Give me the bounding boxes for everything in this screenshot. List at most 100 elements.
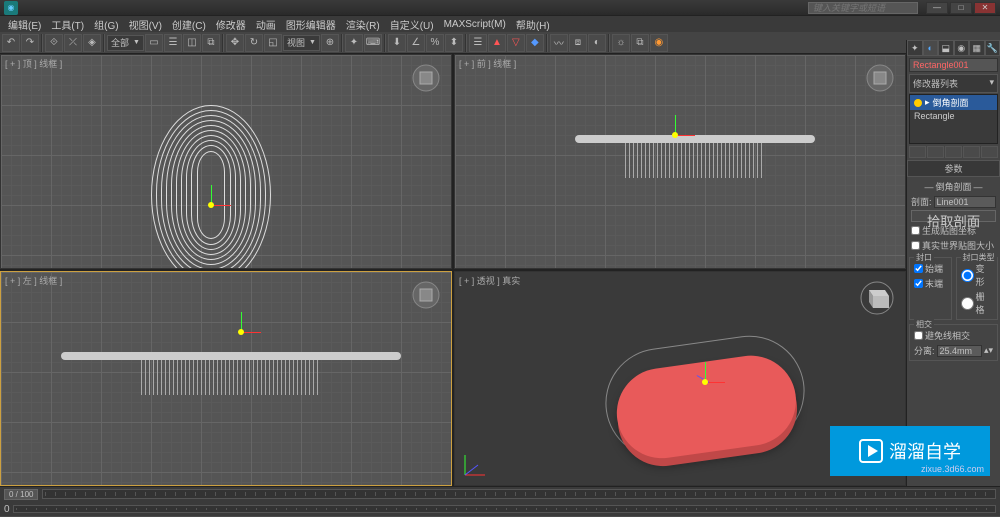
maximize-button[interactable]: □: [950, 2, 972, 14]
undo-button[interactable]: ↶: [2, 34, 20, 52]
real-world-checkbox[interactable]: [911, 241, 920, 250]
transform-gizmo[interactable]: [191, 185, 231, 225]
render-button[interactable]: ◉: [650, 34, 668, 52]
stack-toolbar: [909, 146, 998, 158]
unlink-button[interactable]: ⤫: [64, 34, 82, 52]
modifier-stack[interactable]: ▸ 倒角剖面 Rectangle: [909, 94, 998, 144]
cap-start-checkbox[interactable]: [914, 264, 923, 273]
snap-button[interactable]: ⬇: [388, 34, 406, 52]
close-button[interactable]: ✕: [974, 2, 996, 14]
bottom-bar: 0 / 100 0: [0, 486, 1000, 516]
scale-button[interactable]: ◱: [264, 34, 282, 52]
create-tab[interactable]: ✦: [907, 40, 923, 56]
manipulate-button[interactable]: ✦: [345, 34, 363, 52]
viewcube-icon[interactable]: [411, 63, 441, 93]
minimize-button[interactable]: —: [926, 2, 948, 14]
select-button[interactable]: ▭: [145, 34, 163, 52]
time-slider[interactable]: [42, 489, 996, 499]
utilities-tab[interactable]: 🔧: [985, 40, 1000, 56]
app-logo: ◉: [4, 1, 18, 15]
bind-button[interactable]: ◈: [83, 34, 101, 52]
transform-gizmo[interactable]: [685, 362, 725, 402]
selection-filter[interactable]: 全部▼: [107, 35, 144, 51]
align-button[interactable]: ▽: [507, 34, 525, 52]
ref-coord-dropdown[interactable]: 视图▼: [283, 35, 320, 51]
mirror-button[interactable]: ▲: [488, 34, 506, 52]
remove-mod-button[interactable]: [963, 146, 980, 158]
rotate-button[interactable]: ↻: [245, 34, 263, 52]
viewport-label[interactable]: [ + ] 前 ] 线框 ]: [459, 57, 516, 70]
object-name-field[interactable]: Rectangle001: [909, 58, 998, 72]
stack-item-bevel[interactable]: ▸ 倒角剖面: [910, 95, 997, 110]
search-box[interactable]: [808, 2, 918, 14]
menu-render[interactable]: 渲染(R): [342, 16, 384, 33]
viewcube-icon[interactable]: [859, 280, 895, 316]
display-tab[interactable]: ▦: [969, 40, 985, 56]
menu-maxscript[interactable]: MAXScript(M): [440, 18, 510, 31]
transform-gizmo[interactable]: [655, 115, 695, 155]
spinner-snap-button[interactable]: ⬍: [445, 34, 463, 52]
menu-edit[interactable]: 编辑(E): [4, 16, 45, 33]
viewport-label[interactable]: [ + ] 顶 ] 线框 ]: [5, 57, 62, 70]
viewport-label[interactable]: [ + ] 左 ] 线框 ]: [5, 274, 62, 287]
frame-indicator[interactable]: 0 / 100: [4, 489, 38, 500]
make-unique-button[interactable]: [945, 146, 962, 158]
angle-snap-button[interactable]: ∠: [407, 34, 425, 52]
menu-group[interactable]: 组(G): [90, 16, 122, 33]
modify-tab[interactable]: ◐: [923, 40, 939, 56]
keyboard-button[interactable]: ⌨: [364, 34, 382, 52]
cap-grid-radio[interactable]: [961, 297, 974, 310]
menu-help[interactable]: 帮助(H): [512, 16, 554, 33]
render-frame-button[interactable]: ⧉: [631, 34, 649, 52]
window-crossing-button[interactable]: ⧉: [202, 34, 220, 52]
trackbar[interactable]: [13, 505, 996, 513]
menu-tools[interactable]: 工具(T): [47, 16, 88, 33]
redo-button[interactable]: ↷: [21, 34, 39, 52]
params-rollout-header[interactable]: 参数: [907, 160, 1000, 177]
viewport-label[interactable]: [ + ] 透视 ] 真实: [459, 274, 520, 287]
link-button[interactable]: ⟐: [45, 34, 63, 52]
stack-item-base[interactable]: Rectangle: [910, 110, 997, 122]
viewport-top[interactable]: [ + ] 顶 ] 线框 ]: [0, 54, 452, 269]
material-button[interactable]: ◐: [588, 34, 606, 52]
select-region-button[interactable]: ◫: [183, 34, 201, 52]
transform-gizmo[interactable]: [221, 312, 261, 352]
percent-snap-button[interactable]: %: [426, 34, 444, 52]
cap-group-label: 封口: [914, 252, 934, 263]
pick-profile-button[interactable]: 拾取剖面: [911, 210, 996, 222]
modifier-list-dropdown[interactable]: 修改器列表▾: [909, 74, 998, 93]
menu-modifiers[interactable]: 修改器: [212, 16, 250, 33]
menu-bar: 编辑(E) 工具(T) 组(G) 视图(V) 创建(C) 修改器 动画 图形编辑…: [0, 16, 1000, 32]
motion-tab[interactable]: ◉: [954, 40, 970, 56]
menu-customize[interactable]: 自定义(U): [386, 16, 438, 33]
configure-button[interactable]: [981, 146, 998, 158]
curve-editor-button[interactable]: 〰: [550, 34, 568, 52]
layer-button[interactable]: ◆: [526, 34, 544, 52]
schematic-button[interactable]: ⧈: [569, 34, 587, 52]
viewcube-icon[interactable]: [411, 280, 441, 310]
separation-spinner[interactable]: 25.4mm: [937, 345, 982, 357]
move-button[interactable]: ✥: [226, 34, 244, 52]
bulb-icon[interactable]: [914, 99, 922, 107]
menu-graph[interactable]: 图形编辑器: [282, 16, 340, 33]
menu-view[interactable]: 视图(V): [125, 16, 166, 33]
viewport-front[interactable]: [ + ] 前 ] 线框 ]: [454, 54, 906, 269]
render-setup-button[interactable]: ☼: [612, 34, 630, 52]
viewport-left[interactable]: [ + ] 左 ] 线框 ]: [0, 271, 452, 486]
menu-create[interactable]: 创建(C): [168, 16, 210, 33]
avoid-line-checkbox[interactable]: [914, 331, 923, 340]
viewcube-icon[interactable]: [865, 63, 895, 93]
hierarchy-tab[interactable]: ⬓: [938, 40, 954, 56]
frame-start-label: 0: [4, 504, 10, 515]
cap-morph-radio[interactable]: [961, 269, 974, 282]
pivot-button[interactable]: ⊕: [321, 34, 339, 52]
select-name-button[interactable]: ☰: [164, 34, 182, 52]
spinner-arrows-icon[interactable]: ▴▾: [984, 345, 993, 356]
show-end-button[interactable]: [927, 146, 944, 158]
gen-coords-checkbox[interactable]: [911, 226, 920, 235]
cap-end-checkbox[interactable]: [914, 279, 923, 288]
pin-stack-button[interactable]: [909, 146, 926, 158]
named-sel-button[interactable]: ☰: [469, 34, 487, 52]
menu-animation[interactable]: 动画: [252, 16, 280, 33]
play-icon: [859, 439, 883, 463]
